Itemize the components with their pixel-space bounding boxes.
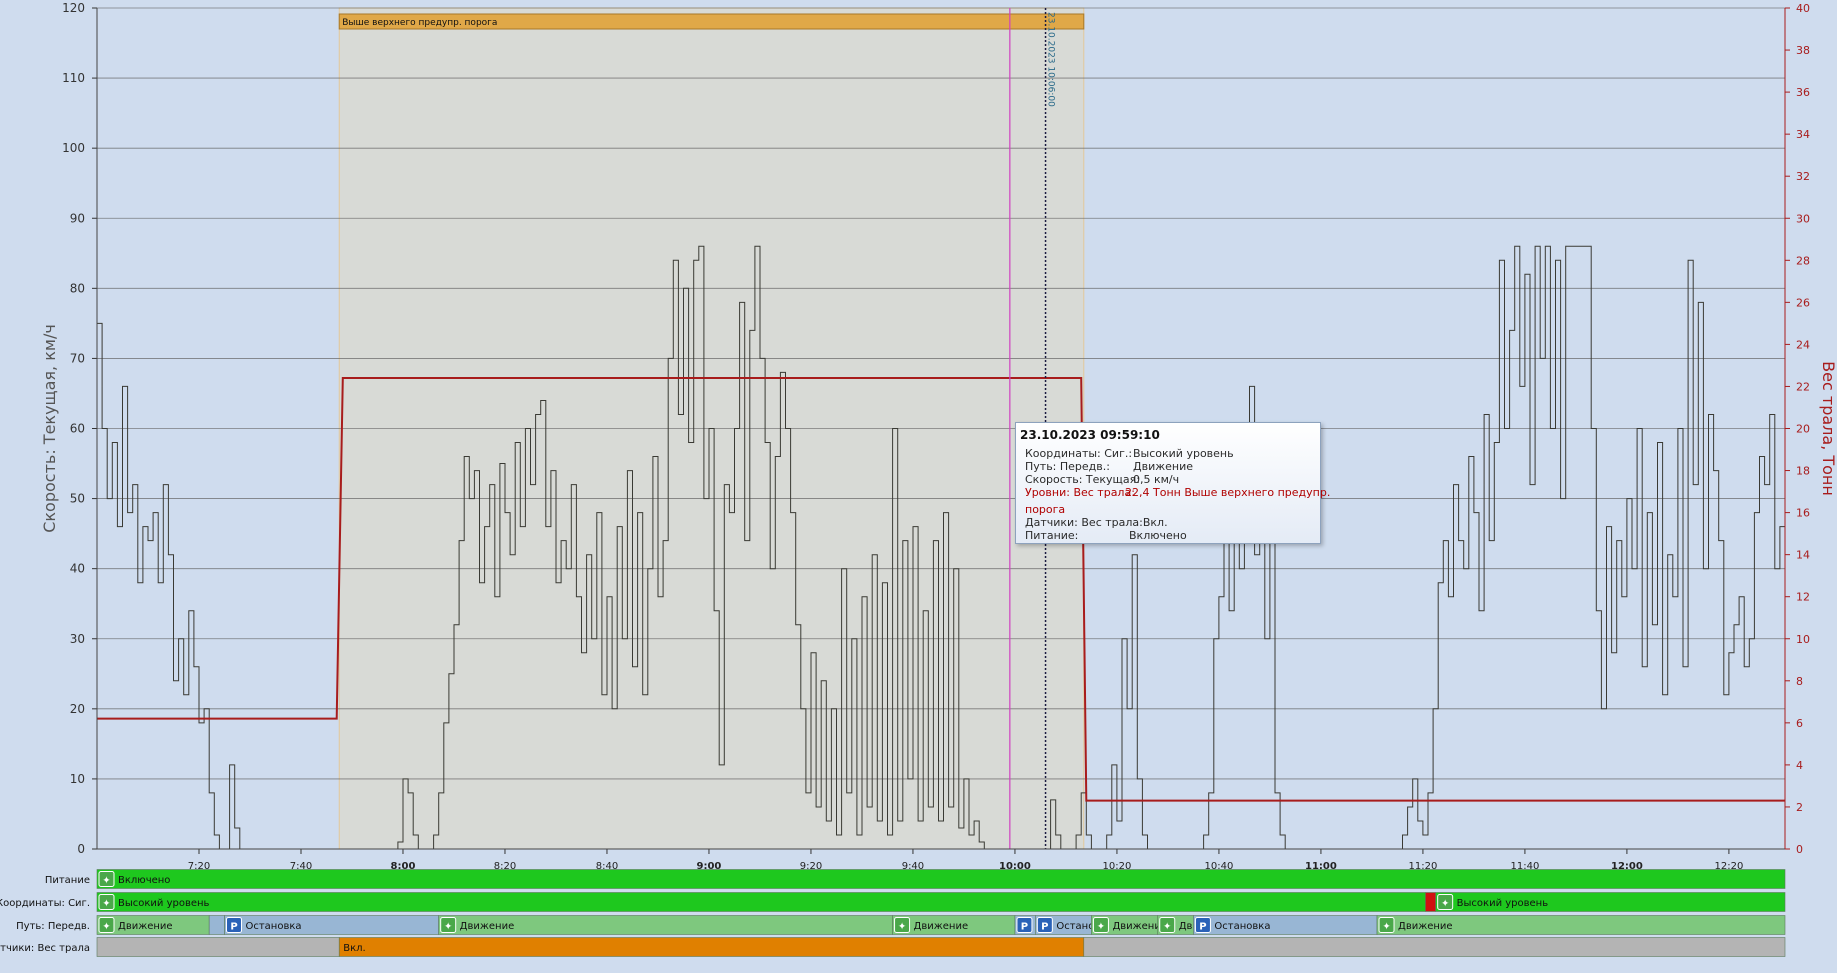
move-icon-glyph: ✦ [444,922,452,933]
track-segment-label: Включено [118,875,170,886]
y2-tick-label: 2 [1796,801,1803,814]
y-axis-title: Скорость: Текущая, км/ч [40,324,59,533]
y-tick-label: 60 [70,422,85,436]
track-segment [1425,892,1436,912]
track-segment [96,869,1786,889]
y-tick-label: 40 [70,562,85,576]
y-tick-label: 20 [70,702,85,716]
tooltip-wrap-text: порога [1025,503,1066,516]
tooltip-title: 23.10.2023 09:59:10 [1020,428,1160,442]
move-icon-glyph: ✦ [1097,922,1105,933]
y2-tick-label: 0 [1796,843,1803,856]
marker-label: 23.10.2023 10:06:00 [1046,12,1056,107]
tooltip-value: Движение [1133,460,1194,473]
track-segment-label: Остановка [1214,921,1270,932]
tooltip-row: Скорость: Текущая:0,5 км/ч [1025,473,1179,486]
move-icon-glyph: ✦ [1382,922,1390,933]
y-tick-label: 50 [70,492,85,506]
y2-tick-label: 40 [1796,2,1810,15]
track-label: Координаты: Сиг. [0,898,90,909]
track-segment-label: Движение [460,921,515,932]
track-segment [338,937,1085,957]
satellite-icon-glyph: ✦ [102,899,110,910]
track-segment-label: Движение [914,921,969,932]
track-label: Датчики: Вес трала [0,943,90,954]
y2-tick-label: 28 [1796,254,1810,267]
track-segment [208,915,225,935]
y2-tick-label: 34 [1796,128,1810,141]
track-segment-label: Остановка [245,921,301,932]
y-tick-label: 30 [70,632,85,646]
y2-tick-label: 6 [1796,717,1803,730]
tooltip-row: Датчики: Вес трала:Вкл. [1025,516,1168,529]
y2-tick-label: 22 [1796,380,1810,393]
track-segment [96,892,1426,912]
y2-tick-label: 12 [1796,591,1810,604]
track-segment-label: Движени [1112,921,1160,932]
tooltip-value: Вкл. [1142,516,1168,529]
y2-tick-label: 26 [1796,296,1810,309]
y2-tick-label: 30 [1796,212,1810,225]
track-segment-label: Вкл. [343,943,365,954]
tooltip-row-alert: Уровни: Вес трала:22,4 Тонн Выше верхнег… [1025,486,1330,499]
tooltip-key: Скорость: Текущая: [1025,473,1140,486]
track-label: Путь: Передв. [16,921,90,932]
tooltip-row: Питание: Включено [1025,529,1187,542]
y-tick-label: 120 [62,1,85,15]
tooltip-value: 22,4 Тонн Выше верхнего предупр. [1125,486,1331,499]
y-tick-label: 110 [62,71,85,85]
tooltip-key: Координаты: Сиг.: [1025,447,1133,460]
y2-tick-label: 32 [1796,170,1810,183]
tooltip-row: Путь: Передв.: Движение [1025,460,1193,473]
track-segment-label: Высокий уровень [1457,898,1549,909]
move-icon-glyph: ✦ [898,922,906,933]
y2-tick-label: 16 [1796,507,1810,520]
y2-tick-label: 18 [1796,465,1810,478]
y2-tick-label: 14 [1796,549,1810,562]
power-icon-glyph: ✦ [102,876,110,887]
y2-tick-label: 10 [1796,633,1810,646]
tooltip-row: Координаты: Сиг.:Высокий уровень [1025,447,1234,460]
parking-icon-glyph: P [1041,922,1048,933]
track-segment-label: Движение [118,921,173,932]
y2-tick-label: 36 [1796,86,1810,99]
y-tick-label: 100 [62,141,85,155]
track-segment-label: Движение [1398,921,1453,932]
y-tick-label: 80 [70,281,85,295]
tooltip-key: Путь: Передв.: [1025,460,1110,473]
tooltip-value: Включено [1129,529,1187,542]
y-tick-label: 10 [70,772,85,786]
data-tooltip: 23.10.2023 09:59:10 Координаты: Сиг.:Выс… [1015,422,1330,544]
y2-tick-label: 24 [1796,338,1810,351]
y2-tick-label: 4 [1796,759,1803,772]
track-segment [96,937,340,957]
parking-icon-glyph: P [1021,922,1028,933]
tooltip-key: Питание: [1025,529,1079,542]
satellite-icon-glyph: ✦ [1441,899,1449,910]
track-segment-label: Высокий уровень [118,898,210,909]
parking-icon-glyph: P [1199,922,1206,933]
y-tick-label: 90 [70,211,85,225]
y2-tick-label: 8 [1796,675,1803,688]
y2-tick-label: 38 [1796,44,1810,57]
y2-axis-title: Вес трала, Тонн [1819,361,1837,496]
chart-window: Выше верхнего предупр. порога 23.10.2023… [0,0,1837,969]
tooltip-key: Датчики: Вес трала: [1025,516,1143,529]
track-label: Питание [45,875,90,886]
tooltip-key: Уровни: Вес трала: [1025,486,1135,499]
speed-weight-chart: Выше верхнего предупр. порога 23.10.2023… [0,0,1837,969]
alert-banner-label: Выше верхнего предупр. порога [342,18,497,28]
track-segment [1083,937,1786,957]
y2-tick-label: 20 [1796,423,1810,436]
tooltip-value: Высокий уровень [1133,447,1234,460]
y-tick-label: 70 [70,351,85,365]
y-tick-label: 0 [77,842,85,856]
move-icon-glyph: ✦ [1163,922,1171,933]
move-icon-glyph: ✦ [102,922,110,933]
parking-icon-glyph: P [230,922,237,933]
tooltip-value: 0,5 км/ч [1133,473,1180,486]
